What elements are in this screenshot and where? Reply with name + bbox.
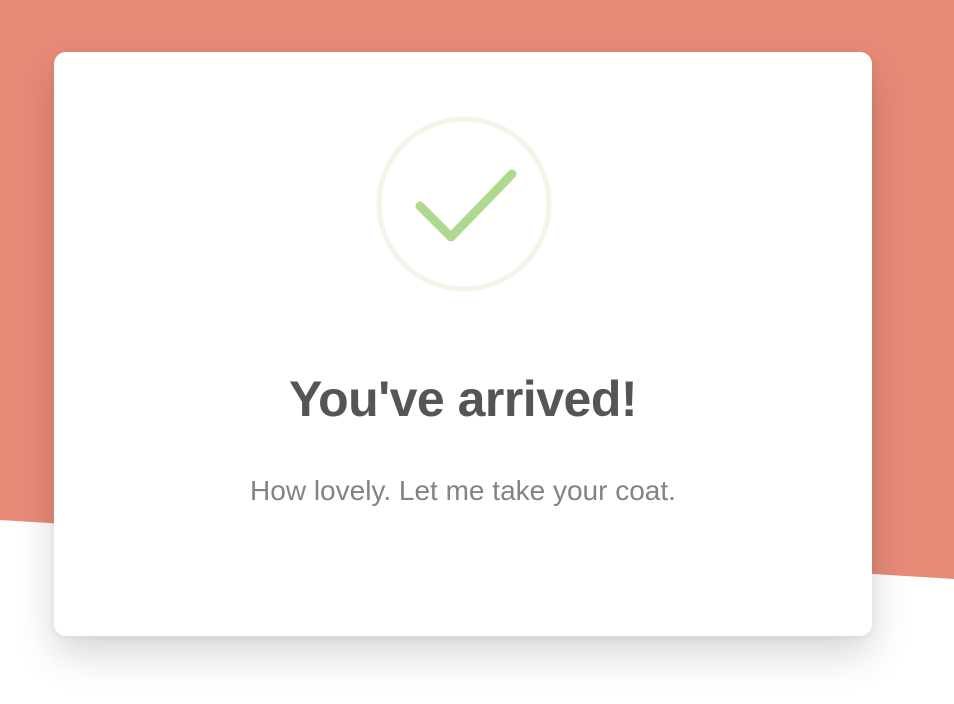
page: You've arrived! How lovely. Let me take … [0,0,954,704]
checkmark-icon [376,116,552,292]
success-card: You've arrived! How lovely. Let me take … [54,52,872,636]
success-title: You've arrived! [288,371,638,427]
success-message: How lovely. Let me take your coat. [250,475,676,506]
